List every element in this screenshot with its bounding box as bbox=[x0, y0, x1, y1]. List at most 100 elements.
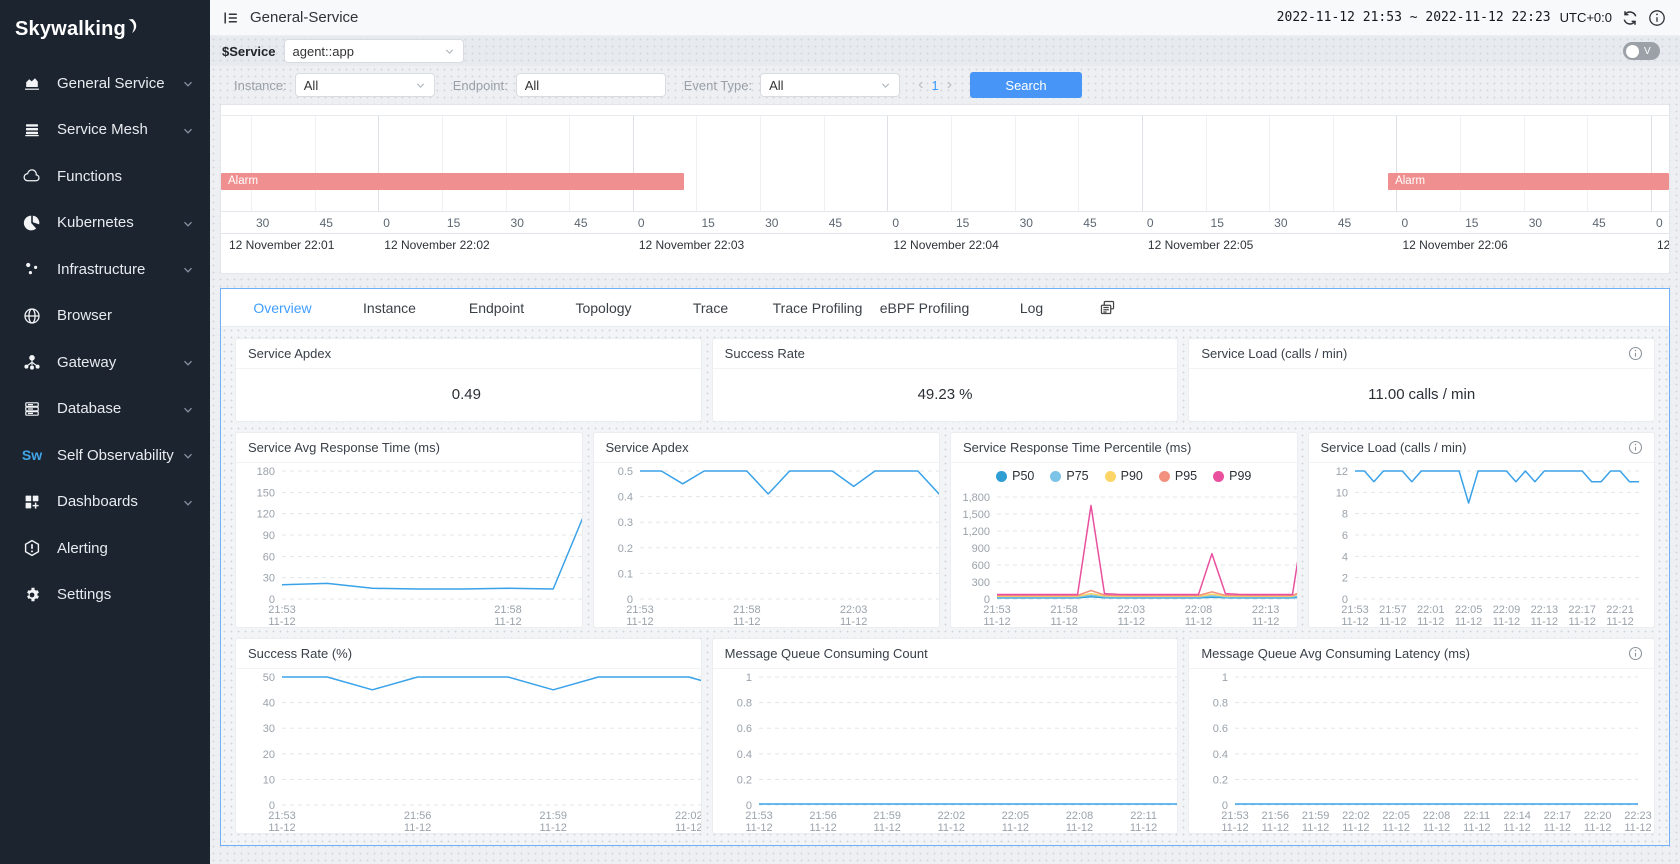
sidebar-item-kubernetes[interactable]: Kubernetes bbox=[0, 200, 210, 247]
info-icon[interactable] bbox=[1628, 440, 1644, 456]
svg-text:21:58: 21:58 bbox=[494, 604, 522, 616]
svg-text:0.6: 0.6 bbox=[1213, 723, 1228, 735]
service-select[interactable]: agent::app bbox=[284, 39, 464, 63]
refresh-icon[interactable] bbox=[1621, 9, 1639, 27]
page-number[interactable]: 1 bbox=[931, 78, 938, 93]
svg-text:0.3: 0.3 bbox=[617, 517, 632, 529]
chart-title: Message Queue Consuming Count bbox=[713, 639, 1178, 669]
svg-text:21:56: 21:56 bbox=[404, 810, 432, 822]
sidebar-item-infrastructure[interactable]: Infrastructure bbox=[0, 246, 210, 293]
metric-card-service-apdex: Service Apdex0.49 bbox=[235, 338, 702, 422]
sidebar-item-gateway[interactable]: Gateway bbox=[0, 339, 210, 386]
svg-text:11-12: 11-12 bbox=[1584, 822, 1611, 834]
search-button[interactable]: Search bbox=[970, 72, 1082, 98]
svg-text:50: 50 bbox=[263, 672, 275, 684]
tab-overview[interactable]: Overview bbox=[229, 300, 336, 316]
svg-text:22:05: 22:05 bbox=[1001, 810, 1029, 822]
timeline-gridline bbox=[824, 116, 825, 211]
tab-ebpf-profiling[interactable]: eBPF Profiling bbox=[871, 300, 978, 316]
sidebar-item-alerting[interactable]: Alerting bbox=[0, 525, 210, 572]
sidebar-item-dashboards[interactable]: Dashboards bbox=[0, 479, 210, 526]
sidebar-item-label: Gateway bbox=[57, 354, 182, 371]
sidebar-collapse-icon[interactable] bbox=[222, 9, 240, 27]
alarm-event-bar[interactable]: Alarm bbox=[221, 173, 684, 190]
svg-text:12: 12 bbox=[1335, 466, 1347, 478]
svg-text:21:58: 21:58 bbox=[733, 604, 761, 616]
sidebar-item-label: Dashboards bbox=[57, 493, 182, 510]
endpoint-input[interactable]: All bbox=[516, 73, 666, 97]
timeline-tick-label: 45 bbox=[829, 216, 842, 230]
prev-page-button[interactable]: ‹ bbox=[910, 76, 931, 94]
svg-text:22:03: 22:03 bbox=[1118, 604, 1146, 616]
timeline-tick-label: 45 bbox=[320, 216, 333, 230]
timeline-tick-label: 0 bbox=[1401, 216, 1408, 230]
sidebar-item-functions[interactable]: Functions bbox=[0, 153, 210, 200]
svg-text:11-12: 11-12 bbox=[745, 822, 772, 834]
network-icon bbox=[22, 352, 42, 372]
svg-text:0.8: 0.8 bbox=[736, 698, 751, 710]
svg-text:21:56: 21:56 bbox=[1262, 810, 1290, 822]
timeline-plot: Alarm Alarm bbox=[221, 115, 1669, 212]
sw-icon: Sw bbox=[22, 445, 42, 465]
info-icon[interactable] bbox=[1628, 646, 1644, 662]
svg-text:22:09: 22:09 bbox=[1492, 604, 1520, 616]
next-page-button[interactable]: › bbox=[939, 76, 960, 94]
svg-text:60: 60 bbox=[263, 551, 275, 563]
tab-topology[interactable]: Topology bbox=[550, 300, 657, 316]
svg-text:11-12: 11-12 bbox=[1343, 822, 1370, 834]
svg-text:11-12: 11-12 bbox=[1262, 822, 1289, 834]
version-toggle[interactable]: V bbox=[1623, 42, 1660, 60]
timeline-tick-label: 45 bbox=[1338, 216, 1351, 230]
info-icon[interactable] bbox=[1648, 9, 1666, 27]
svg-text:11-12: 11-12 bbox=[675, 822, 702, 834]
tab-trace[interactable]: Trace bbox=[657, 300, 764, 316]
svg-text:1: 1 bbox=[1222, 672, 1228, 684]
timeline-gridline bbox=[633, 116, 634, 211]
timeline-gridline bbox=[251, 116, 252, 211]
sidebar-item-label: Functions bbox=[57, 168, 194, 185]
service-label: $Service bbox=[222, 44, 276, 59]
svg-text:0.6: 0.6 bbox=[736, 723, 751, 735]
metric-card-success-rate: Success Rate49.23% bbox=[712, 338, 1179, 422]
chart-title: Service Apdex bbox=[594, 433, 940, 463]
time-range[interactable]: 2022-11-12 21:53 ~ 2022-11-12 22:23 bbox=[1277, 10, 1551, 25]
tab-trace-profiling[interactable]: Trace Profiling bbox=[764, 300, 871, 316]
alarm-event-bar[interactable]: Alarm bbox=[1388, 173, 1669, 190]
chart-plot-area: 10.80.60.40.2021:5311-1221:5611-1221:591… bbox=[1189, 669, 1654, 834]
svg-text:11-12: 11-12 bbox=[1504, 822, 1531, 834]
sidebar-item-browser[interactable]: Browser bbox=[0, 293, 210, 340]
svg-text:6: 6 bbox=[1341, 530, 1347, 542]
legend-item: P99 bbox=[1213, 469, 1251, 483]
event-type-select[interactable]: All bbox=[760, 73, 900, 97]
timeline-gridline bbox=[442, 116, 443, 211]
timeline-second-ticks: 3045015304501530450153045015304501530450 bbox=[221, 212, 1669, 234]
timeline-gridline bbox=[696, 116, 697, 211]
sidebar-item-general-service[interactable]: General Service bbox=[0, 60, 210, 107]
sidebar-item-database[interactable]: Database bbox=[0, 386, 210, 433]
chart-title: Service Response Time Percentile (ms) bbox=[951, 433, 1297, 463]
metric-card-title: Success Rate bbox=[713, 339, 1178, 369]
svg-text:22:17: 22:17 bbox=[1544, 810, 1572, 822]
svg-text:21:56: 21:56 bbox=[809, 810, 837, 822]
tab-endpoint[interactable]: Endpoint bbox=[443, 300, 550, 316]
sidebar-item-self-observability[interactable]: SwSelf Observability bbox=[0, 432, 210, 479]
svg-text:22:08: 22:08 bbox=[1185, 604, 1213, 616]
timeline-tick-label: 0 bbox=[1147, 216, 1154, 230]
chart-title: Success Rate (%) bbox=[236, 639, 701, 669]
instance-select[interactable]: All bbox=[295, 73, 435, 97]
svg-text:11-12: 11-12 bbox=[1417, 616, 1444, 628]
sidebar-item-service-mesh[interactable]: Service Mesh bbox=[0, 107, 210, 154]
svg-text:21:53: 21:53 bbox=[626, 604, 654, 616]
svg-text:22:23: 22:23 bbox=[1625, 810, 1653, 822]
tab-log[interactable]: Log bbox=[978, 300, 1085, 316]
sidebar-item-settings[interactable]: Settings bbox=[0, 572, 210, 619]
timeline-tick-label: 45 bbox=[574, 216, 587, 230]
chart-legend: P50P75P90P95P99 bbox=[951, 463, 1297, 489]
info-icon[interactable] bbox=[1628, 346, 1644, 362]
tab-instance[interactable]: Instance bbox=[336, 300, 443, 316]
timeline-tick-label: 45 bbox=[1083, 216, 1096, 230]
bar-chart-icon bbox=[22, 73, 42, 93]
copy-dashboard-icon[interactable] bbox=[1099, 299, 1117, 317]
svg-text:0.4: 0.4 bbox=[617, 492, 632, 504]
timezone-label[interactable]: UTC+0:0 bbox=[1560, 10, 1612, 25]
